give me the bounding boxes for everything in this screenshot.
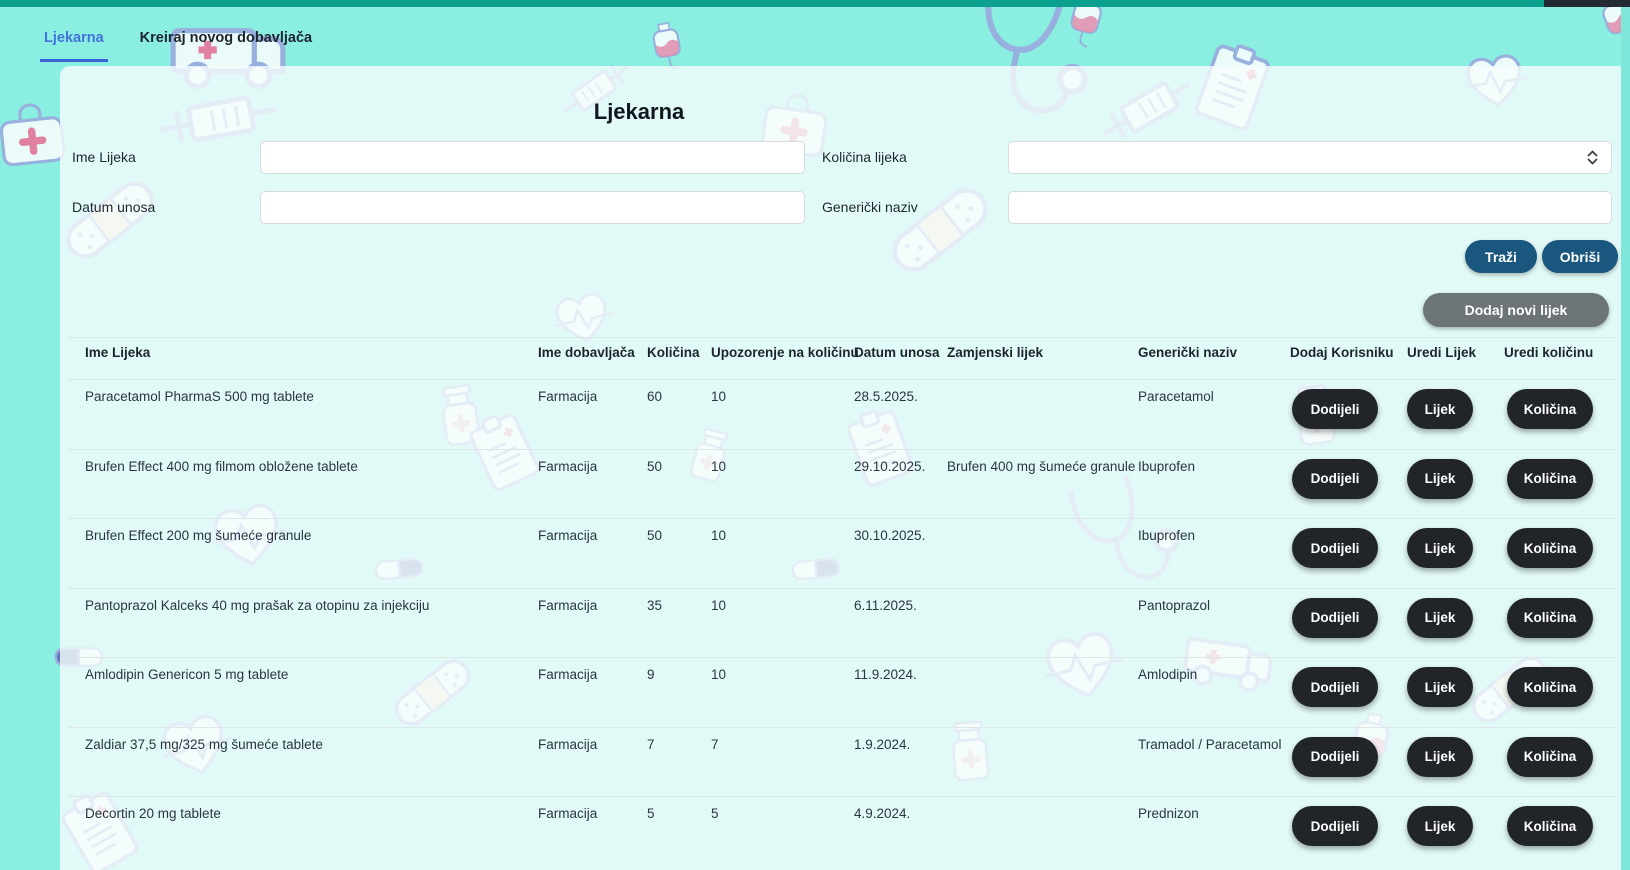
top-strip-dark-segment <box>1544 0 1630 7</box>
cell-medicine-name: Amlodipin Genericon 5 mg tablete <box>85 667 288 682</box>
assign-to-user-button[interactable]: Dodijeli <box>1292 528 1378 568</box>
edit-medicine-button[interactable]: Lijek <box>1407 806 1473 846</box>
cell-generic-name: Amlodipin <box>1138 667 1197 682</box>
edit-quantity-button[interactable]: Količina <box>1507 528 1593 568</box>
cell-entry-date: 28.5.2025. <box>854 389 918 404</box>
cell-supplier: Farmacija <box>538 389 597 404</box>
cell-quantity: 60 <box>647 389 662 404</box>
cell-medicine-name: Zaldiar 37,5 mg/325 mg šumeće tablete <box>85 737 323 752</box>
edit-quantity-button[interactable]: Količina <box>1507 598 1593 638</box>
cell-supplier: Farmacija <box>538 459 597 474</box>
cell-quantity: 9 <box>647 667 655 682</box>
edit-medicine-button[interactable]: Lijek <box>1407 667 1473 707</box>
cell-generic-name: Tramadol / Paracetamol <box>1138 737 1282 752</box>
assign-to-user-button[interactable]: Dodijeli <box>1292 459 1378 499</box>
cell-quantity-warning: 10 <box>711 459 726 474</box>
cell-quantity-warning: 7 <box>711 737 719 752</box>
edit-quantity-button[interactable]: Količina <box>1507 389 1593 429</box>
cell-quantity-warning: 10 <box>711 667 726 682</box>
edit-medicine-button[interactable]: Lijek <box>1407 737 1473 777</box>
cell-quantity-warning: 10 <box>711 389 726 404</box>
cell-generic-name: Pantoprazol <box>1138 598 1210 613</box>
scrollbar-track[interactable] <box>1621 7 1630 870</box>
edit-quantity-button[interactable]: Količina <box>1507 737 1593 777</box>
cell-generic-name: Ibuprofen <box>1138 528 1195 543</box>
edit-quantity-button[interactable]: Količina <box>1507 667 1593 707</box>
tab-kreiraj-novog-dobavljaca[interactable]: Kreiraj novog dobavljača <box>136 22 316 62</box>
edit-medicine-button[interactable]: Lijek <box>1407 528 1473 568</box>
edit-quantity-button[interactable]: Količina <box>1507 459 1593 499</box>
table-row: Paracetamol PharmaS 500 mg tablete Farma… <box>68 379 1615 449</box>
table-row: Amlodipin Genericon 5 mg tablete Farmaci… <box>68 657 1615 727</box>
cell-supplier: Farmacija <box>538 737 597 752</box>
cell-supplier: Farmacija <box>538 806 597 821</box>
cell-medicine-name: Decortin 20 mg tablete <box>85 806 221 821</box>
cell-replacement-medicine: Brufen 400 mg šumeće granule <box>947 459 1135 474</box>
table-row: Decortin 20 mg tablete Farmacija 5 5 4.9… <box>68 796 1615 866</box>
cell-generic-name: Paracetamol <box>1138 389 1214 404</box>
cell-quantity-warning: 10 <box>711 598 726 613</box>
cell-medicine-name: Brufen Effect 400 mg filmom obložene tab… <box>85 459 358 474</box>
cell-supplier: Farmacija <box>538 528 597 543</box>
pattern-iv-bag-icon <box>1048 0 1121 59</box>
top-accent-strip <box>0 0 1630 7</box>
assign-to-user-button[interactable]: Dodijeli <box>1292 598 1378 638</box>
cell-entry-date: 6.11.2025. <box>854 598 917 613</box>
edit-medicine-button[interactable]: Lijek <box>1407 389 1473 429</box>
edit-quantity-button[interactable]: Količina <box>1507 806 1593 846</box>
tab-ljekarna[interactable]: Ljekarna <box>40 22 108 62</box>
edit-medicine-button[interactable]: Lijek <box>1407 459 1473 499</box>
cell-quantity-warning: 5 <box>711 806 719 821</box>
cell-quantity-warning: 10 <box>711 528 726 543</box>
cell-quantity: 50 <box>647 459 662 474</box>
cell-medicine-name: Paracetamol PharmaS 500 mg tablete <box>85 389 314 404</box>
cell-quantity: 5 <box>647 806 655 821</box>
table-row: Pantoprazol Kalceks 40 mg prašak za otop… <box>68 588 1615 658</box>
cell-quantity: 7 <box>647 737 655 752</box>
cell-quantity: 50 <box>647 528 662 543</box>
main-panel: Ljekarna Ime Lijeka Količina lijeka Datu… <box>60 66 1621 870</box>
cell-supplier: Farmacija <box>538 598 597 613</box>
cell-entry-date: 1.9.2024. <box>854 737 910 752</box>
table-row: Brufen Effect 200 mg šumeće granule Farm… <box>68 518 1615 588</box>
cell-entry-date: 29.10.2025. <box>854 459 925 474</box>
assign-to-user-button[interactable]: Dodijeli <box>1292 389 1378 429</box>
tab-bar: Ljekarna Kreiraj novog dobavljača <box>40 22 316 62</box>
table-row: Brufen Effect 400 mg filmom obložene tab… <box>68 449 1615 519</box>
assign-to-user-button[interactable]: Dodijeli <box>1292 667 1378 707</box>
cell-generic-name: Ibuprofen <box>1138 459 1195 474</box>
cell-entry-date: 30.10.2025. <box>854 528 925 543</box>
cell-generic-name: Prednizon <box>1138 806 1199 821</box>
cell-medicine-name: Brufen Effect 200 mg šumeće granule <box>85 528 311 543</box>
table-row: Zaldiar 37,5 mg/325 mg šumeće tablete Fa… <box>68 727 1615 797</box>
assign-to-user-button[interactable]: Dodijeli <box>1292 806 1378 846</box>
cell-medicine-name: Pantoprazol Kalceks 40 mg prašak za otop… <box>85 598 429 613</box>
cell-entry-date: 11.9.2024. <box>854 667 917 682</box>
assign-to-user-button[interactable]: Dodijeli <box>1292 737 1378 777</box>
table-body: Paracetamol PharmaS 500 mg tablete Farma… <box>60 66 1621 870</box>
cell-entry-date: 4.9.2024. <box>854 806 910 821</box>
cell-quantity: 35 <box>647 598 662 613</box>
edit-medicine-button[interactable]: Lijek <box>1407 598 1473 638</box>
cell-supplier: Farmacija <box>538 667 597 682</box>
